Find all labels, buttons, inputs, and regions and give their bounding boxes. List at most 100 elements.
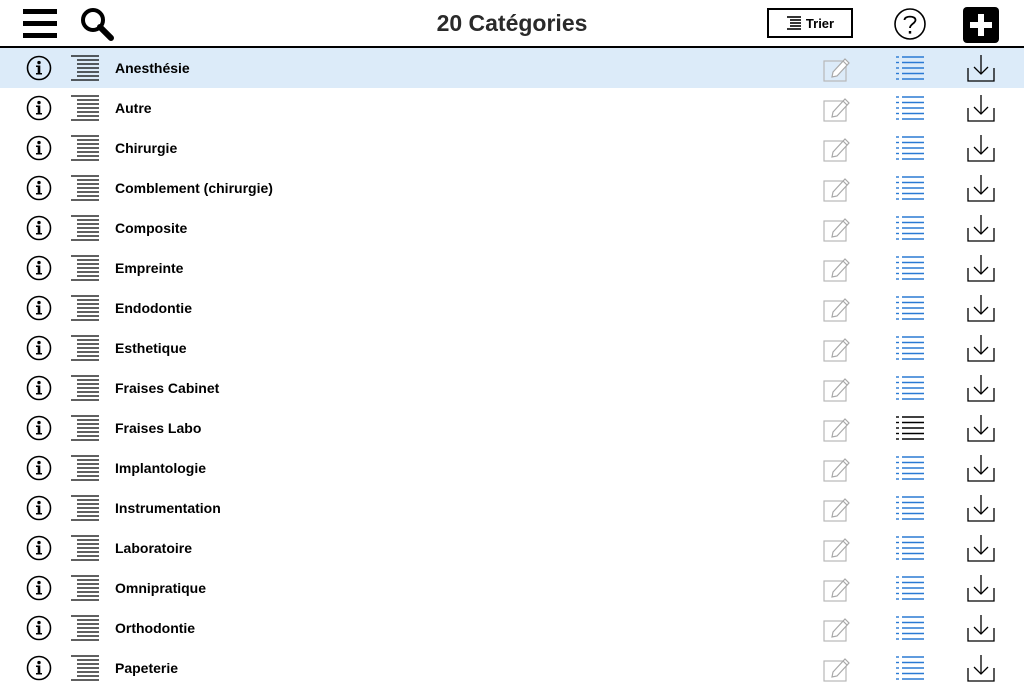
help-icon[interactable]: [893, 7, 927, 41]
category-row[interactable]: Autre: [0, 88, 1024, 128]
bulleted-list-icon[interactable]: [896, 176, 924, 200]
info-circle-icon[interactable]: [26, 255, 52, 281]
info-circle-icon[interactable]: [26, 135, 52, 161]
reorder-lines-icon[interactable]: [71, 615, 99, 641]
category-row[interactable]: Laboratoire: [0, 528, 1024, 568]
pencil-edit-icon[interactable]: [823, 256, 851, 282]
category-row[interactable]: Anesthésie: [0, 48, 1024, 88]
pencil-edit-icon[interactable]: [823, 536, 851, 562]
category-row[interactable]: Composite: [0, 208, 1024, 248]
pencil-edit-icon[interactable]: [823, 176, 851, 202]
category-row[interactable]: Chirurgie: [0, 128, 1024, 168]
pencil-edit-icon[interactable]: [823, 216, 851, 242]
info-circle-icon[interactable]: [26, 455, 52, 481]
category-row[interactable]: Empreinte: [0, 248, 1024, 288]
reorder-lines-icon[interactable]: [71, 295, 99, 321]
download-tray-icon[interactable]: [967, 94, 995, 122]
info-circle-icon[interactable]: [26, 415, 52, 441]
download-tray-icon[interactable]: [967, 414, 995, 442]
download-tray-icon[interactable]: [967, 454, 995, 482]
reorder-lines-icon[interactable]: [71, 95, 99, 121]
info-circle-icon[interactable]: [26, 175, 52, 201]
bulleted-list-icon[interactable]: [896, 296, 924, 320]
reorder-lines-icon[interactable]: [71, 575, 99, 601]
category-row[interactable]: Omnipratique: [0, 568, 1024, 608]
pencil-edit-icon[interactable]: [823, 336, 851, 362]
bulleted-list-icon[interactable]: [896, 496, 924, 520]
reorder-lines-icon[interactable]: [71, 335, 99, 361]
hamburger-menu-icon[interactable]: [23, 8, 57, 40]
category-row[interactable]: Endodontie: [0, 288, 1024, 328]
category-row[interactable]: Papeterie: [0, 648, 1024, 688]
download-tray-icon[interactable]: [967, 174, 995, 202]
info-circle-icon[interactable]: [26, 295, 52, 321]
pencil-edit-icon[interactable]: [823, 416, 851, 442]
category-row[interactable]: Comblement (chirurgie): [0, 168, 1024, 208]
pencil-edit-icon[interactable]: [823, 376, 851, 402]
download-tray-icon[interactable]: [967, 134, 995, 162]
download-tray-icon[interactable]: [967, 254, 995, 282]
category-row[interactable]: Instrumentation: [0, 488, 1024, 528]
bulleted-list-icon[interactable]: [896, 416, 924, 440]
download-tray-icon[interactable]: [967, 654, 995, 682]
reorder-lines-icon[interactable]: [71, 535, 99, 561]
download-tray-icon[interactable]: [967, 214, 995, 242]
reorder-lines-icon[interactable]: [71, 415, 99, 441]
bulleted-list-icon[interactable]: [896, 536, 924, 560]
bulleted-list-icon[interactable]: [896, 576, 924, 600]
pencil-edit-icon[interactable]: [823, 656, 851, 682]
pencil-edit-icon[interactable]: [823, 136, 851, 162]
category-row[interactable]: Fraises Labo: [0, 408, 1024, 448]
pencil-edit-icon[interactable]: [823, 96, 851, 122]
download-tray-icon[interactable]: [967, 534, 995, 562]
search-icon[interactable]: [80, 7, 114, 41]
pencil-edit-icon[interactable]: [823, 56, 851, 82]
bulleted-list-icon[interactable]: [896, 96, 924, 120]
download-tray-icon[interactable]: [967, 374, 995, 402]
reorder-lines-icon[interactable]: [71, 55, 99, 81]
reorder-lines-icon[interactable]: [71, 135, 99, 161]
category-row[interactable]: Orthodontie: [0, 608, 1024, 648]
info-circle-icon[interactable]: [26, 55, 52, 81]
info-circle-icon[interactable]: [26, 575, 52, 601]
download-tray-icon[interactable]: [967, 494, 995, 522]
pencil-edit-icon[interactable]: [823, 496, 851, 522]
bulleted-list-icon[interactable]: [896, 256, 924, 280]
info-circle-icon[interactable]: [26, 495, 52, 521]
info-circle-icon[interactable]: [26, 215, 52, 241]
info-circle-icon[interactable]: [26, 375, 52, 401]
info-circle-icon[interactable]: [26, 615, 52, 641]
bulleted-list-icon[interactable]: [896, 336, 924, 360]
pencil-edit-icon[interactable]: [823, 456, 851, 482]
download-tray-icon[interactable]: [967, 294, 995, 322]
bulleted-list-icon[interactable]: [896, 376, 924, 400]
info-circle-icon[interactable]: [26, 95, 52, 121]
reorder-lines-icon[interactable]: [71, 455, 99, 481]
bulleted-list-icon[interactable]: [896, 56, 924, 80]
bulleted-list-icon[interactable]: [896, 136, 924, 160]
reorder-lines-icon[interactable]: [71, 655, 99, 681]
reorder-lines-icon[interactable]: [71, 375, 99, 401]
reorder-lines-icon[interactable]: [71, 255, 99, 281]
category-row[interactable]: Fraises Cabinet: [0, 368, 1024, 408]
pencil-edit-icon[interactable]: [823, 296, 851, 322]
info-circle-icon[interactable]: [26, 535, 52, 561]
add-category-button[interactable]: [963, 7, 999, 43]
bulleted-list-icon[interactable]: [896, 456, 924, 480]
info-circle-icon[interactable]: [26, 655, 52, 681]
download-tray-icon[interactable]: [967, 574, 995, 602]
info-circle-icon[interactable]: [26, 335, 52, 361]
download-tray-icon[interactable]: [967, 54, 995, 82]
category-row[interactable]: Implantologie: [0, 448, 1024, 488]
bulleted-list-icon[interactable]: [896, 656, 924, 680]
download-tray-icon[interactable]: [967, 614, 995, 642]
download-tray-icon[interactable]: [967, 334, 995, 362]
category-row[interactable]: Esthetique: [0, 328, 1024, 368]
reorder-lines-icon[interactable]: [71, 215, 99, 241]
sort-button[interactable]: Trier: [767, 8, 853, 38]
reorder-lines-icon[interactable]: [71, 175, 99, 201]
bulleted-list-icon[interactable]: [896, 616, 924, 640]
bulleted-list-icon[interactable]: [896, 216, 924, 240]
pencil-edit-icon[interactable]: [823, 576, 851, 602]
reorder-lines-icon[interactable]: [71, 495, 99, 521]
